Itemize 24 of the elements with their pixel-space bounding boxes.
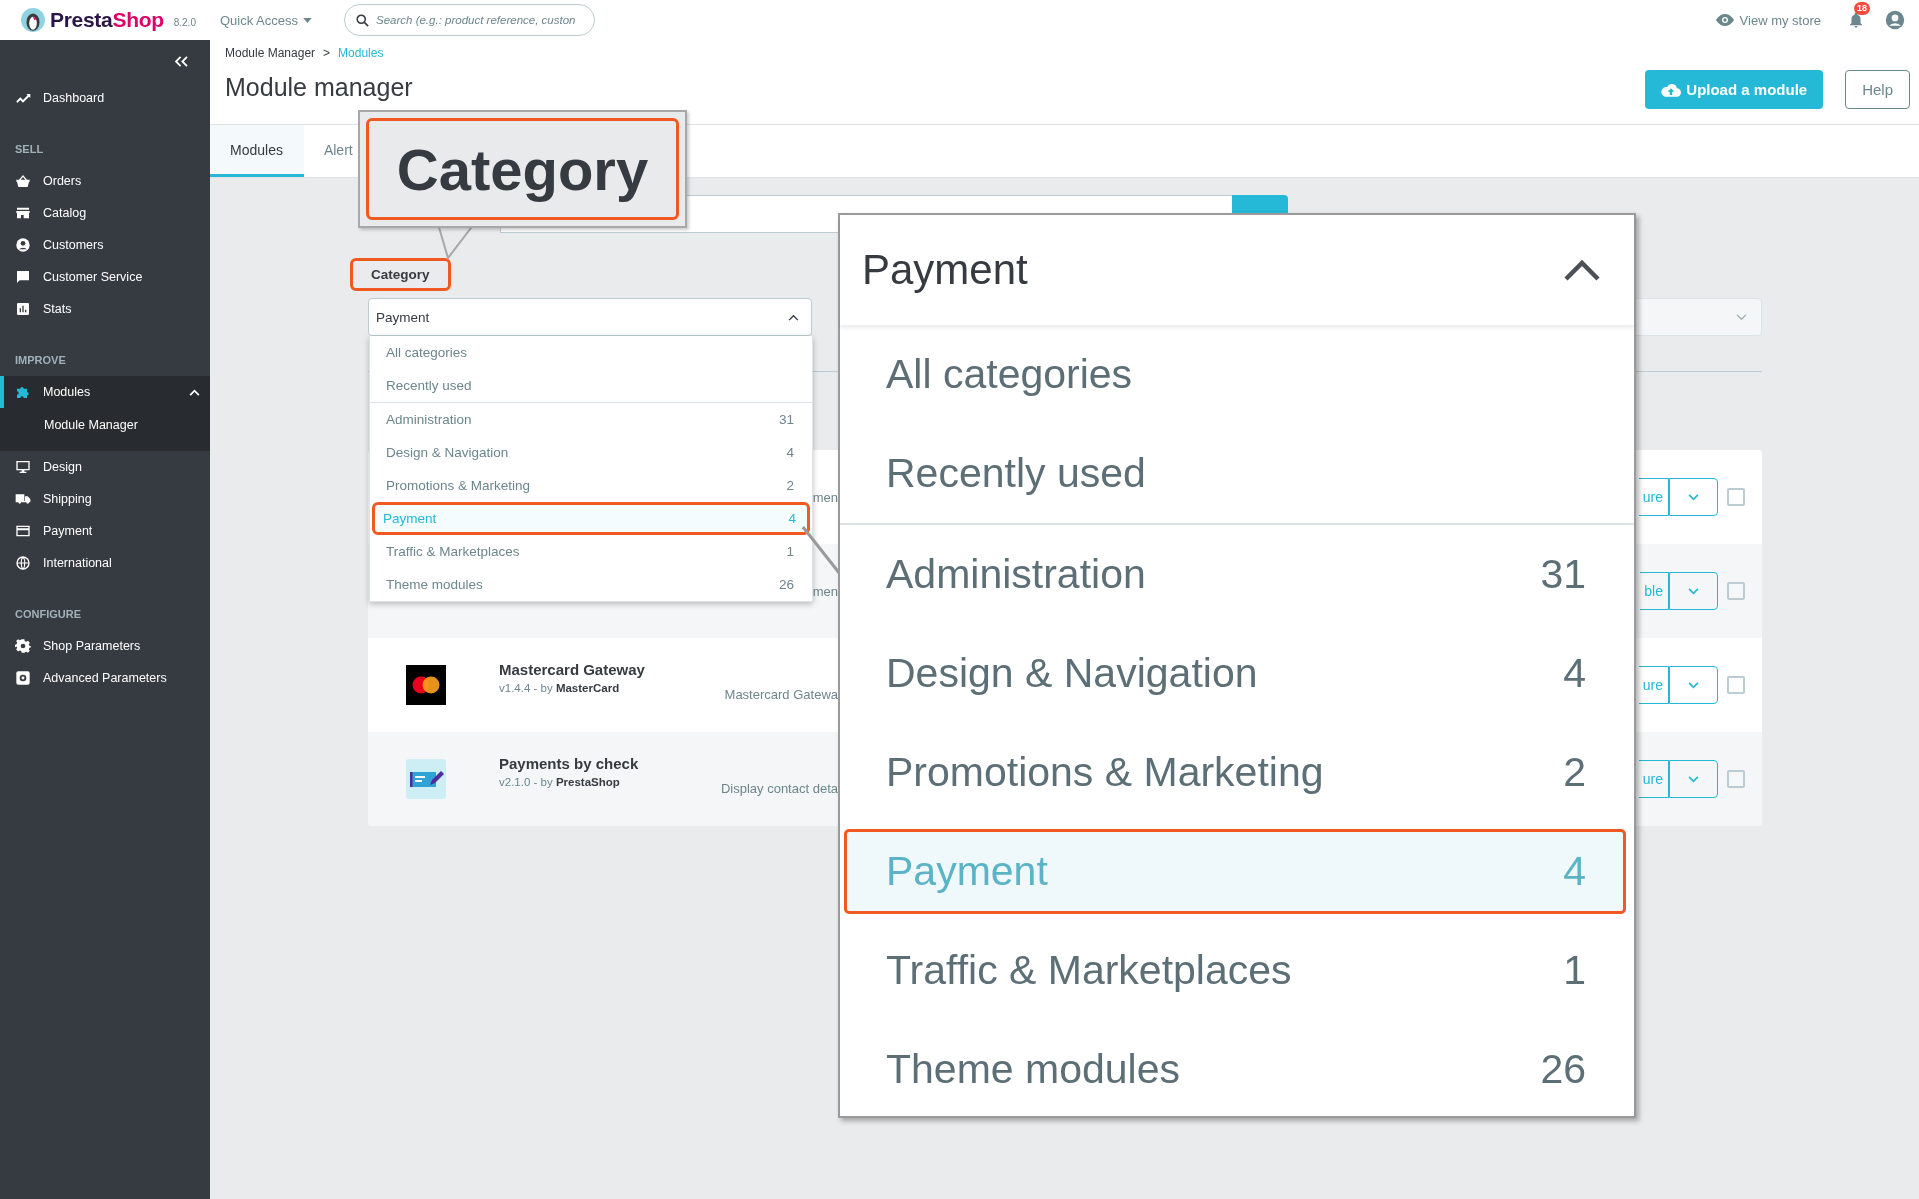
zoomed-dropdown-option: Theme modules 26	[840, 1020, 1634, 1119]
zoomed-dropdown-option: Payment 4	[844, 829, 1626, 914]
module-description: men	[812, 489, 838, 505]
version-label: 8.2.0	[173, 16, 196, 28]
category-label: Category	[350, 258, 451, 291]
breadcrumb-separator: >	[323, 46, 331, 61]
module-version: v1.4.4 - by MasterCard	[499, 681, 621, 694]
page-title: Module manager	[225, 72, 414, 102]
zoomed-dropdown-option: Recently used	[840, 424, 1634, 523]
zoomed-dropdown-option: Traffic & Marketplaces 1	[840, 921, 1634, 1020]
section-heading: CONFIGURE	[14, 607, 82, 622]
zoomed-dropdown-option: Design & Navigation 4	[840, 624, 1634, 723]
section-heading: SELL	[14, 142, 45, 157]
section-heading: IMPROVE	[14, 353, 67, 368]
module-version: v2.1.0 - by PrestaShop	[499, 775, 621, 788]
zoomed-dropdown-option: Promotions & Marketing 2	[840, 723, 1634, 822]
module-description: Display contact deta	[720, 780, 838, 796]
zoomed-select-value: Payment	[862, 246, 1028, 294]
notification-badge: 18	[1854, 2, 1870, 15]
callout-label: Category	[366, 118, 679, 220]
zoomed-dropdown-option: Administration 31	[840, 525, 1634, 624]
zoomed-dropdown-option: All categories	[840, 325, 1634, 424]
module-description: men	[812, 583, 838, 599]
module-description: Mastercard Gatewa	[724, 686, 838, 702]
